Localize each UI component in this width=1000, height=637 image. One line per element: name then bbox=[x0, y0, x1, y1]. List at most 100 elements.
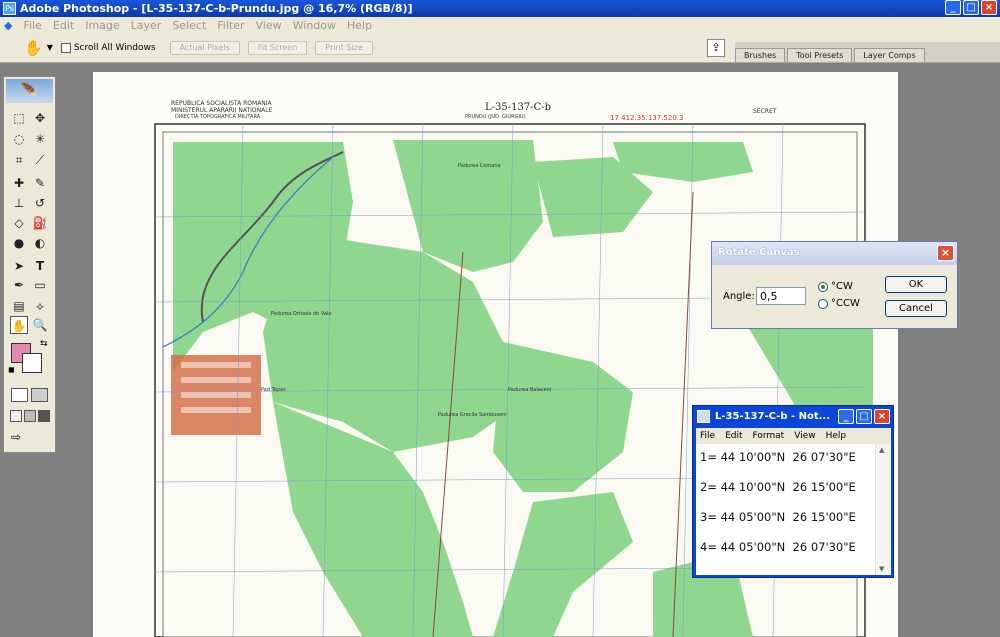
coordinate-line: 2= 44 10'00"N 26 15'00"E bbox=[700, 480, 856, 494]
toolbox-feather-icon[interactable]: 🪶 bbox=[6, 79, 53, 103]
actual-pixels-button[interactable]: Actual Pixels bbox=[169, 40, 240, 55]
cw-radio[interactable] bbox=[818, 282, 828, 292]
hand-tool-icon[interactable]: ✋ bbox=[24, 39, 43, 57]
tab-tool-presets[interactable]: Tool Presets bbox=[787, 48, 853, 62]
map-code: 17 412.35.137.520.3 bbox=[610, 114, 684, 122]
notepad-minimize-button[interactable]: _ bbox=[838, 409, 854, 424]
coordinate-line: 3= 44 05'00"N 26 15'00"E bbox=[700, 510, 856, 524]
map-label-tepes: Pad Tepes bbox=[261, 387, 286, 393]
ccw-label: °CCW bbox=[831, 298, 860, 309]
notepad-menu-edit[interactable]: Edit bbox=[725, 431, 742, 441]
shape-tool-icon[interactable]: ▭ bbox=[31, 276, 49, 294]
menu-edit[interactable]: Edit bbox=[53, 19, 74, 32]
palette-well: Brushes Tool Presets Layer Comps bbox=[735, 42, 1000, 62]
notepad-menu-help[interactable]: Help bbox=[826, 431, 847, 441]
zoom-tool-icon[interactable]: 🔍 bbox=[31, 316, 49, 334]
swap-colors-icon[interactable]: ⇆ bbox=[40, 339, 48, 349]
screen-mode-standard-icon[interactable] bbox=[10, 410, 22, 422]
standard-mode-icon[interactable] bbox=[11, 388, 28, 402]
coordinate-line: 4= 44 05'00"N 26 07'30"E bbox=[700, 540, 856, 554]
notepad-menubar: File Edit Format View Help bbox=[696, 428, 891, 444]
notepad-title: L-35-137-C-b - Not... bbox=[715, 411, 831, 422]
marquee-tool-icon[interactable]: ⬚ bbox=[10, 109, 28, 127]
pen-tool-icon[interactable]: ✒ bbox=[10, 276, 28, 294]
default-colors-icon[interactable]: ◼ bbox=[8, 365, 15, 374]
brush-tool-icon[interactable]: ✎ bbox=[31, 174, 49, 192]
magic-wand-tool-icon[interactable]: ✳ bbox=[31, 130, 49, 148]
menu-select[interactable]: Select bbox=[172, 19, 206, 32]
notepad-scrollbar[interactable]: ▲ ▼ bbox=[875, 444, 891, 575]
hand-tool-icon[interactable]: ✋ bbox=[10, 316, 28, 334]
jump-to-imageready-icon[interactable]: ⇨ bbox=[11, 430, 21, 444]
menu-image[interactable]: Image bbox=[85, 19, 119, 32]
paint-bucket-tool-icon[interactable]: ⛽ bbox=[31, 214, 49, 232]
history-brush-tool-icon[interactable]: ↺ bbox=[31, 194, 49, 212]
ok-button[interactable]: OK bbox=[885, 276, 947, 293]
scroll-all-checkbox[interactable] bbox=[60, 42, 71, 53]
menubar: ◆ File Edit Image Layer Select Filter Vi… bbox=[0, 17, 1000, 33]
eyedropper-tool-icon[interactable]: ⟡ bbox=[31, 297, 49, 315]
eraser-tool-icon[interactable]: ◇ bbox=[10, 214, 28, 232]
dialog-close-button[interactable]: × bbox=[937, 245, 954, 261]
notepad-menu-view[interactable]: View bbox=[794, 431, 815, 441]
window-title: Adobe Photoshop - [L-35-137-C-b-Prundu.j… bbox=[20, 2, 413, 15]
crop-tool-icon[interactable]: ⌗ bbox=[10, 151, 28, 169]
menu-filter[interactable]: Filter bbox=[217, 19, 244, 32]
notes-tool-icon[interactable]: ▤ bbox=[10, 297, 28, 315]
slice-tool-icon[interactable]: ⟋ bbox=[31, 151, 49, 169]
dodge-tool-icon[interactable]: ◐ bbox=[31, 234, 49, 252]
toolbox: 🪶 ⬚ ✥ ◌ ✳ ⌗ ⟋ ✚ ✎ ⊥ ↺ ◇ ⛽ ● ◐ ➤ T ✒ ▭ ▤ … bbox=[3, 76, 56, 453]
ccw-radio[interactable] bbox=[818, 299, 828, 309]
app-titlebar: Ps Adobe Photoshop - [L-35-137-C-b-Prund… bbox=[0, 0, 1000, 17]
cw-radio-dot-icon bbox=[821, 285, 825, 289]
tool-preset-dropdown-icon[interactable]: ▼ bbox=[47, 43, 53, 52]
map-label-comana: Padurea Comana bbox=[458, 163, 501, 169]
notepad-text-area[interactable]: 1= 44 10'00"N 26 07'30"E 2= 44 10'00"N 2… bbox=[696, 444, 891, 575]
screen-mode-full-menu-icon[interactable] bbox=[24, 410, 36, 422]
lasso-tool-icon[interactable]: ◌ bbox=[10, 130, 28, 148]
photoshop-logo-icon: Ps bbox=[3, 2, 16, 15]
clone-stamp-tool-icon[interactable]: ⊥ bbox=[10, 194, 28, 212]
blur-tool-icon[interactable]: ● bbox=[10, 234, 28, 252]
background-color-swatch[interactable] bbox=[22, 353, 42, 373]
cw-label: °CW bbox=[831, 281, 853, 292]
print-size-button[interactable]: Print Size bbox=[315, 40, 373, 55]
menu-logo-icon[interactable]: ◆ bbox=[4, 19, 12, 32]
menu-window[interactable]: Window bbox=[293, 19, 336, 32]
cancel-button[interactable]: Cancel bbox=[885, 300, 947, 317]
menu-layer[interactable]: Layer bbox=[131, 19, 162, 32]
rotate-canvas-dialog: Rotate Canvas × Angle: °CW °CCW OK Cance… bbox=[711, 241, 958, 329]
map-header-left-3: DIRECTIA TOPOGRAFICA MILITARA bbox=[175, 114, 261, 120]
map-sheet-number: L-35-137-C-b bbox=[485, 102, 552, 113]
dialog-titlebar: Rotate Canvas × bbox=[712, 242, 957, 265]
menu-file[interactable]: File bbox=[23, 19, 41, 32]
notepad-close-button[interactable]: × bbox=[874, 409, 890, 424]
notepad-menu-file[interactable]: File bbox=[700, 431, 715, 441]
fit-screen-button[interactable]: Fit Screen bbox=[247, 40, 308, 55]
scroll-down-icon[interactable]: ▼ bbox=[879, 565, 884, 573]
scroll-all-label: Scroll All Windows bbox=[73, 42, 156, 53]
menu-view[interactable]: View bbox=[256, 19, 282, 32]
type-tool-icon[interactable]: T bbox=[31, 257, 49, 275]
minimize-button[interactable]: _ bbox=[945, 0, 961, 15]
coordinate-line: 1= 44 10'00"N 26 07'30"E bbox=[700, 450, 856, 464]
close-button[interactable]: × bbox=[981, 0, 997, 15]
map-sheet-subtitle: PRUNDU (JUD. GIURGIU) bbox=[465, 114, 526, 120]
move-tool-icon[interactable]: ✥ bbox=[31, 109, 49, 127]
angle-input[interactable] bbox=[756, 287, 806, 305]
notepad-titlebar: L-35-137-C-b - Not... _ □ × bbox=[693, 406, 893, 428]
file-browser-icon[interactable]: ⇪ bbox=[707, 39, 725, 57]
tab-layer-comps[interactable]: Layer Comps bbox=[854, 48, 925, 62]
screen-mode-full-icon[interactable] bbox=[38, 410, 50, 422]
notepad-menu-format[interactable]: Format bbox=[753, 431, 785, 441]
angle-label: Angle: bbox=[723, 291, 755, 302]
path-selection-tool-icon[interactable]: ➤ bbox=[10, 257, 28, 275]
menu-help[interactable]: Help bbox=[347, 19, 372, 32]
notepad-maximize-button[interactable]: □ bbox=[856, 409, 872, 424]
tab-brushes[interactable]: Brushes bbox=[735, 48, 786, 62]
maximize-button[interactable]: □ bbox=[963, 0, 979, 15]
scroll-up-icon[interactable]: ▲ bbox=[879, 446, 884, 454]
healing-brush-tool-icon[interactable]: ✚ bbox=[10, 174, 28, 192]
map-label-grecila: Padurea Grecila Sambuseni bbox=[438, 412, 507, 418]
quick-mask-icon[interactable] bbox=[31, 388, 48, 402]
